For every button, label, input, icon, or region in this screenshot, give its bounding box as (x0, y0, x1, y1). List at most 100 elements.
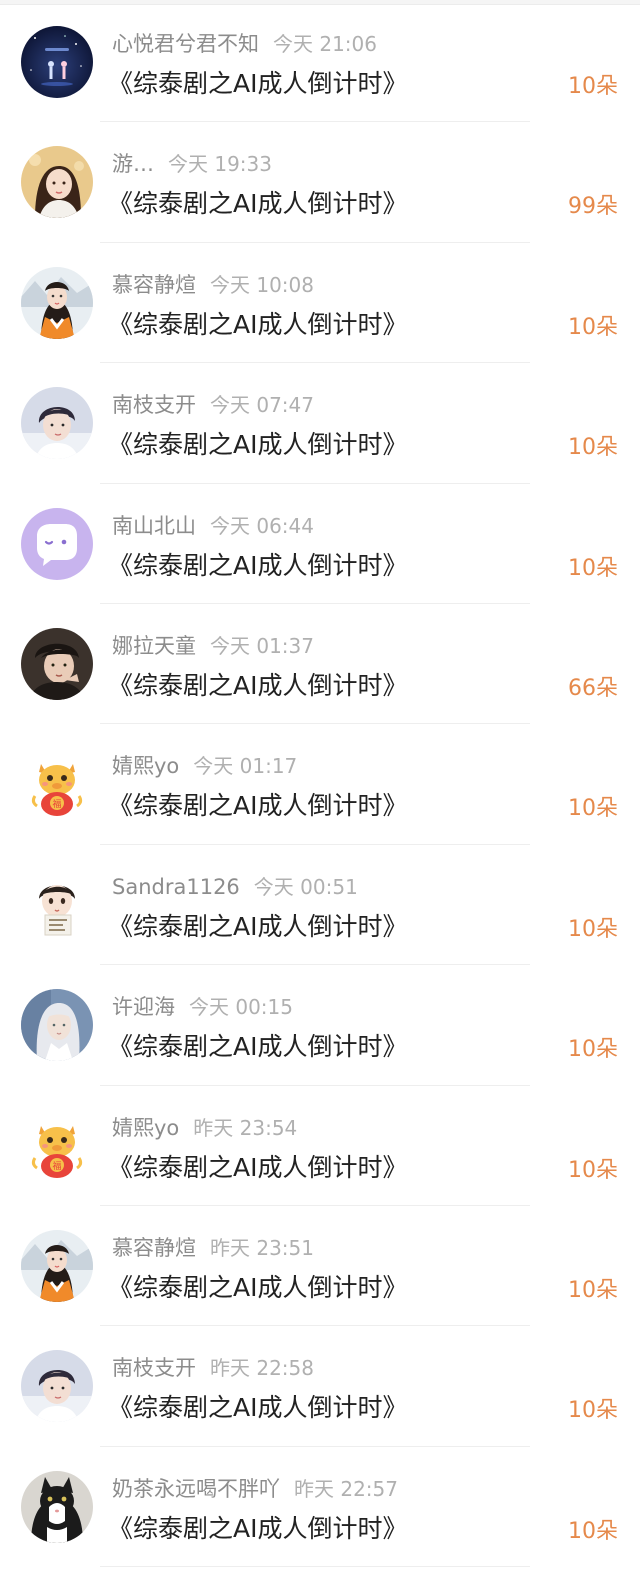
meta-line: 奶茶永远喝不胖吖 昨天 22:57 (112, 1473, 398, 1503)
gift-amount: 99朵 (568, 194, 618, 220)
gift-amount: 10朵 (568, 74, 618, 99)
gift-title: 《综泰剧之AI成人倒计时》 (108, 550, 408, 580)
meta-line: 南枝支开 今天 07:47 (112, 389, 314, 419)
timestamp: 今天 21:06 (273, 32, 377, 56)
list-item[interactable]: 慕容静煊 昨天 23:51 《综泰剧之AI成人倒计时》 10朵 (0, 1206, 640, 1327)
user-name[interactable]: 婧熙yo (112, 1116, 179, 1140)
gift-title: 《综泰剧之AI成人倒计时》 (108, 911, 408, 941)
gift-amount: 10朵 (568, 916, 618, 942)
user-name[interactable]: 南枝支开 (112, 1356, 196, 1380)
avatar-default-chat-image (21, 507, 93, 580)
avatar-default-chat[interactable] (21, 507, 93, 580)
avatar-girl-winter-image (21, 1229, 93, 1302)
meta-line: 婧熙yo 昨天 23:54 (112, 1112, 297, 1142)
list-item[interactable]: 南枝支开 今天 07:47 《综泰剧之AI成人倒计时》 10朵 (0, 363, 640, 484)
avatar-girl-portrait[interactable] (21, 146, 93, 219)
meta-line: 南枝支开 昨天 22:58 (112, 1352, 314, 1382)
avatar-black-white-cat-image (21, 1470, 93, 1543)
timestamp: 今天 06:44 (210, 513, 314, 538)
avatar-girl-portrait-image (21, 146, 93, 219)
meta-line: Sandra1126 今天 00:51 (112, 871, 358, 900)
list-item[interactable]: 许迎海 今天 00:15 《综泰剧之AI成人倒计时》 10朵 (0, 965, 640, 1086)
avatar-man-dark[interactable] (21, 627, 93, 700)
user-name[interactable]: 许迎海 (112, 995, 175, 1019)
user-name[interactable]: 南山北山 (112, 514, 196, 538)
avatar-night-sky[interactable] (21, 26, 93, 98)
gift-amount: 10朵 (568, 1157, 618, 1183)
avatar-cartoon-dragon[interactable]: 福 (21, 748, 93, 821)
gift-title: 《综泰剧之AI成人倒计时》 (108, 1393, 408, 1423)
list-item[interactable]: 娜拉天童 今天 01:37 《综泰剧之AI成人倒计时》 66朵 (0, 604, 640, 725)
avatar-cartoon-dragon-image: 福 (21, 748, 93, 821)
timestamp: 今天 00:15 (189, 995, 293, 1020)
gift-amount: 10朵 (568, 1398, 618, 1424)
gift-title: 《综泰剧之AI成人倒计时》 (108, 1152, 408, 1182)
avatar-black-white-cat[interactable] (21, 1470, 93, 1543)
list-item[interactable]: 慕容静煊 今天 10:08 《综泰剧之AI成人倒计时》 10朵 (0, 243, 640, 364)
list-item[interactable]: 奶茶永远喝不胖吖 昨天 22:57 《综泰剧之AI成人倒计时》 10朵 (0, 1447, 640, 1568)
avatar-boy-portrait[interactable] (21, 387, 93, 460)
meta-line: 慕容静煊 昨天 23:51 (112, 1232, 314, 1262)
list-item[interactable]: 福 婧熙yo 今天 01:17 《综泰剧之AI成人倒计时》 10朵 (0, 724, 640, 845)
avatar-silver-hair-image (21, 989, 93, 1062)
timestamp: 昨天 22:57 (294, 1476, 398, 1501)
meta-line: 心悦君兮君不知 今天 21:06 (112, 28, 377, 58)
divider (100, 1566, 530, 1568)
user-name[interactable]: 慕容静煊 (112, 1236, 196, 1260)
avatar-cartoon-boy-image (21, 868, 93, 941)
timestamp: 今天 19:33 (168, 152, 272, 177)
timestamp: 昨天 22:58 (210, 1356, 314, 1381)
gift-amount: 66朵 (568, 675, 618, 701)
meta-line: 娜拉天童 今天 01:37 (112, 630, 314, 660)
gift-amount: 10朵 (568, 1518, 618, 1544)
avatar-girl-winter-image (21, 266, 93, 339)
timestamp: 今天 01:37 (210, 633, 314, 658)
gift-title: 《综泰剧之AI成人倒计时》 (108, 189, 408, 219)
list-item[interactable]: Sandra1126 今天 00:51 《综泰剧之AI成人倒计时》 10朵 (0, 845, 640, 966)
avatar-girl-winter[interactable] (21, 1229, 93, 1302)
avatar-man-dark-image (21, 627, 93, 700)
gift-amount: 10朵 (568, 1277, 618, 1303)
avatar-boy-portrait[interactable] (21, 1350, 93, 1423)
list-item[interactable]: 福 婧熙yo 昨天 23:54 《综泰剧之AI成人倒计时》 10朵 (0, 1086, 640, 1206)
timestamp: 昨天 23:54 (193, 1115, 298, 1140)
gift-amount: 10朵 (568, 435, 618, 461)
avatar-girl-winter[interactable] (21, 266, 93, 339)
user-name[interactable]: 娜拉天童 (112, 634, 196, 658)
gift-title: 《综泰剧之AI成人倒计时》 (108, 1272, 408, 1302)
user-name[interactable]: 南枝支开 (112, 393, 196, 417)
timestamp: 今天 10:08 (210, 272, 314, 297)
avatar-cartoon-dragon[interactable]: 福 (21, 1109, 93, 1182)
timestamp: 今天 00:51 (253, 874, 358, 899)
gift-amount: 10朵 (568, 314, 618, 340)
meta-line: 婧熙yo 今天 01:17 (112, 750, 297, 780)
timestamp: 昨天 23:51 (210, 1235, 314, 1260)
meta-line: 游… 今天 19:33 (112, 148, 272, 178)
avatar-cartoon-boy[interactable] (21, 868, 93, 941)
list-item[interactable]: 南山北山 今天 06:44 《综泰剧之AI成人倒计时》 10朵 (0, 484, 640, 604)
list-item[interactable]: 心悦君兮君不知 今天 21:06 《综泰剧之AI成人倒计时》 10朵 (0, 2, 640, 123)
meta-line: 慕容静煊 今天 10:08 (112, 269, 314, 299)
user-name[interactable]: 婧熙yo (112, 754, 179, 778)
gift-amount: 10朵 (568, 555, 618, 581)
svg-text:福: 福 (52, 798, 61, 810)
avatar-boy-portrait-image (21, 1350, 93, 1423)
meta-line: 许迎海 今天 00:15 (112, 991, 293, 1021)
user-name[interactable]: 慕容静煊 (112, 273, 196, 297)
timestamp: 今天 07:47 (210, 393, 314, 418)
user-name[interactable]: Sandra1126 (112, 875, 240, 899)
gift-title: 《综泰剧之AI成人倒计时》 (108, 1032, 408, 1062)
user-name[interactable]: 游… (112, 152, 154, 176)
gift-title: 《综泰剧之AI成人倒计时》 (108, 69, 408, 98)
avatar-silver-hair[interactable] (21, 989, 93, 1062)
gift-title: 《综泰剧之AI成人倒计时》 (108, 1513, 408, 1543)
gift-amount: 10朵 (568, 796, 618, 822)
gift-amount: 10朵 (568, 1037, 618, 1063)
svg-text:福: 福 (52, 1160, 61, 1172)
timestamp: 今天 01:17 (193, 754, 298, 779)
list-item[interactable]: 游… 今天 19:33 《综泰剧之AI成人倒计时》 99朵 (0, 122, 640, 243)
list-item[interactable]: 南枝支开 昨天 22:58 《综泰剧之AI成人倒计时》 10朵 (0, 1326, 640, 1447)
user-name[interactable]: 奶茶永远喝不胖吖 (112, 1477, 280, 1501)
avatar-boy-portrait-image (21, 387, 93, 460)
user-name[interactable]: 心悦君兮君不知 (112, 32, 259, 56)
